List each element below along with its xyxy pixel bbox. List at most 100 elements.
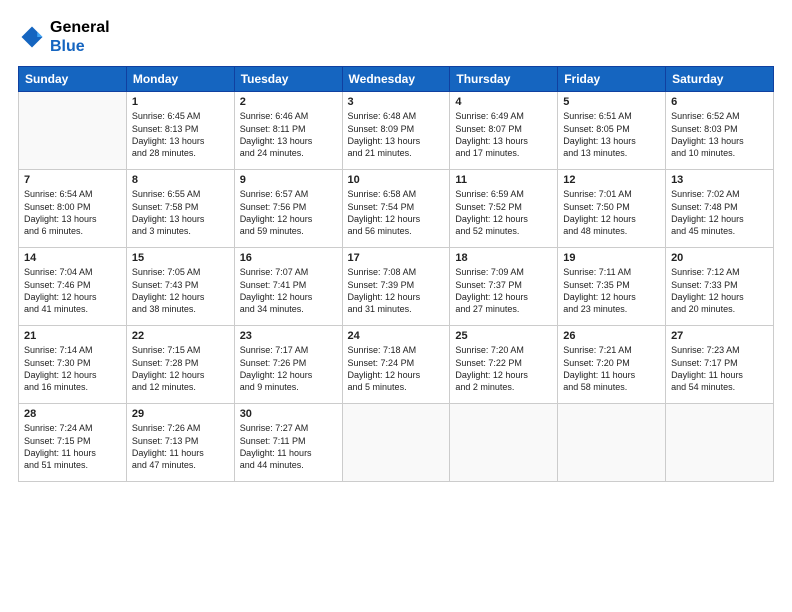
weekday-header-thursday: Thursday: [450, 67, 558, 92]
weekday-header-saturday: Saturday: [666, 67, 774, 92]
page: General Blue SundayMondayTuesdayWednesda…: [0, 0, 792, 612]
logo-icon: [18, 23, 46, 51]
day-info: Sunrise: 7:24 AM Sunset: 7:15 PM Dayligh…: [24, 422, 121, 471]
day-number: 21: [24, 330, 121, 342]
day-number: 24: [348, 330, 445, 342]
calendar-cell: [19, 92, 127, 170]
day-info: Sunrise: 7:12 AM Sunset: 7:33 PM Dayligh…: [671, 266, 768, 315]
day-number: 4: [455, 96, 552, 108]
day-number: 28: [24, 408, 121, 420]
calendar-cell: 1 Sunrise: 6:45 AM Sunset: 8:13 PM Daylig…: [126, 92, 234, 170]
day-info: Sunrise: 7:14 AM Sunset: 7:30 PM Dayligh…: [24, 344, 121, 393]
week-row-2: 7 Sunrise: 6:54 AM Sunset: 8:00 PM Daylig…: [19, 170, 774, 248]
calendar-cell: 27 Sunrise: 7:23 AM Sunset: 7:17 PM Dayli…: [666, 326, 774, 404]
calendar-cell: 8 Sunrise: 6:55 AM Sunset: 7:58 PM Daylig…: [126, 170, 234, 248]
week-row-5: 28 Sunrise: 7:24 AM Sunset: 7:15 PM Dayli…: [19, 404, 774, 482]
day-number: 26: [563, 330, 660, 342]
calendar-cell: 4 Sunrise: 6:49 AM Sunset: 8:07 PM Daylig…: [450, 92, 558, 170]
day-number: 27: [671, 330, 768, 342]
calendar-cell: 23 Sunrise: 7:17 AM Sunset: 7:26 PM Dayli…: [234, 326, 342, 404]
day-number: 5: [563, 96, 660, 108]
weekday-header-row: SundayMondayTuesdayWednesdayThursdayFrid…: [19, 67, 774, 92]
day-number: 2: [240, 96, 337, 108]
calendar-cell: 5 Sunrise: 6:51 AM Sunset: 8:05 PM Daylig…: [558, 92, 666, 170]
calendar-cell: 25Sunrise: 7:20 AM Sunset: 7:22 PM Dayli…: [450, 326, 558, 404]
calendar-cell: 15Sunrise: 7:05 AM Sunset: 7:43 PM Dayli…: [126, 248, 234, 326]
day-info: Sunrise: 7:27 AM Sunset: 7:11 PM Dayligh…: [240, 422, 337, 471]
day-number: 17: [348, 252, 445, 264]
day-number: 13: [671, 174, 768, 186]
day-info: Sunrise: 7:21 AM Sunset: 7:20 PM Dayligh…: [563, 344, 660, 393]
logo-text: General Blue: [50, 18, 110, 56]
calendar-cell: 29Sunrise: 7:26 AM Sunset: 7:13 PM Dayli…: [126, 404, 234, 482]
day-number: 11: [455, 174, 552, 186]
day-number: 3: [348, 96, 445, 108]
day-info: Sunrise: 7:26 AM Sunset: 7:13 PM Dayligh…: [132, 422, 229, 471]
calendar-cell: [558, 404, 666, 482]
logo: General Blue: [18, 18, 110, 56]
day-number: 6: [671, 96, 768, 108]
calendar-cell: 3 Sunrise: 6:48 AM Sunset: 8:09 PM Daylig…: [342, 92, 450, 170]
calendar-cell: 24 Sunrise: 7:18 AM Sunset: 7:24 PM Dayli…: [342, 326, 450, 404]
day-number: 7: [24, 174, 121, 186]
calendar-cell: 26 Sunrise: 7:21 AM Sunset: 7:20 PM Dayli…: [558, 326, 666, 404]
day-number: 25: [455, 330, 552, 342]
calendar-cell: 13 Sunrise: 7:02 AM Sunset: 7:48 PM Dayli…: [666, 170, 774, 248]
week-row-1: 1 Sunrise: 6:45 AM Sunset: 8:13 PM Daylig…: [19, 92, 774, 170]
day-info: Sunrise: 7:11 AM Sunset: 7:35 PM Dayligh…: [563, 266, 660, 315]
weekday-header-wednesday: Wednesday: [342, 67, 450, 92]
day-info: Sunrise: 7:23 AM Sunset: 7:17 PM Dayligh…: [671, 344, 768, 393]
day-info: Sunrise: 6:59 AM Sunset: 7:52 PM Dayligh…: [455, 188, 552, 237]
day-info: Sunrise: 6:46 AM Sunset: 8:11 PM Dayligh…: [240, 110, 337, 159]
calendar-cell: 10Sunrise: 6:58 AM Sunset: 7:54 PM Dayli…: [342, 170, 450, 248]
day-info: Sunrise: 6:55 AM Sunset: 7:58 PM Dayligh…: [132, 188, 229, 237]
day-number: 9: [240, 174, 337, 186]
calendar-cell: 2 Sunrise: 6:46 AM Sunset: 8:11 PM Daylig…: [234, 92, 342, 170]
day-number: 19: [563, 252, 660, 264]
day-info: Sunrise: 6:57 AM Sunset: 7:56 PM Dayligh…: [240, 188, 337, 237]
calendar-cell: 14 Sunrise: 7:04 AM Sunset: 7:46 PM Dayli…: [19, 248, 127, 326]
weekday-header-monday: Monday: [126, 67, 234, 92]
calendar-cell: 30Sunrise: 7:27 AM Sunset: 7:11 PM Dayli…: [234, 404, 342, 482]
day-number: 12: [563, 174, 660, 186]
day-number: 20: [671, 252, 768, 264]
day-info: Sunrise: 7:02 AM Sunset: 7:48 PM Dayligh…: [671, 188, 768, 237]
calendar-cell: 19 Sunrise: 7:11 AM Sunset: 7:35 PM Dayli…: [558, 248, 666, 326]
day-number: 8: [132, 174, 229, 186]
day-info: Sunrise: 7:08 AM Sunset: 7:39 PM Dayligh…: [348, 266, 445, 315]
weekday-header-tuesday: Tuesday: [234, 67, 342, 92]
day-number: 16: [240, 252, 337, 264]
week-row-4: 21 Sunrise: 7:14 AM Sunset: 7:30 PM Dayli…: [19, 326, 774, 404]
day-number: 14: [24, 252, 121, 264]
day-info: Sunrise: 6:52 AM Sunset: 8:03 PM Dayligh…: [671, 110, 768, 159]
day-number: 18: [455, 252, 552, 264]
day-info: Sunrise: 7:17 AM Sunset: 7:26 PM Dayligh…: [240, 344, 337, 393]
day-info: Sunrise: 6:48 AM Sunset: 8:09 PM Dayligh…: [348, 110, 445, 159]
calendar-cell: 7 Sunrise: 6:54 AM Sunset: 8:00 PM Daylig…: [19, 170, 127, 248]
calendar-cell: 11 Sunrise: 6:59 AM Sunset: 7:52 PM Dayli…: [450, 170, 558, 248]
calendar-cell: 22 Sunrise: 7:15 AM Sunset: 7:28 PM Dayli…: [126, 326, 234, 404]
calendar-cell: 9 Sunrise: 6:57 AM Sunset: 7:56 PM Daylig…: [234, 170, 342, 248]
day-info: Sunrise: 7:15 AM Sunset: 7:28 PM Dayligh…: [132, 344, 229, 393]
day-info: Sunrise: 6:54 AM Sunset: 8:00 PM Dayligh…: [24, 188, 121, 237]
day-info: Sunrise: 7:05 AM Sunset: 7:43 PM Dayligh…: [132, 266, 229, 315]
calendar-cell: 21 Sunrise: 7:14 AM Sunset: 7:30 PM Dayli…: [19, 326, 127, 404]
day-info: Sunrise: 6:45 AM Sunset: 8:13 PM Dayligh…: [132, 110, 229, 159]
day-info: Sunrise: 7:07 AM Sunset: 7:41 PM Dayligh…: [240, 266, 337, 315]
day-info: Sunrise: 6:51 AM Sunset: 8:05 PM Dayligh…: [563, 110, 660, 159]
calendar-cell: 28 Sunrise: 7:24 AM Sunset: 7:15 PM Dayli…: [19, 404, 127, 482]
day-number: 22: [132, 330, 229, 342]
calendar-cell: 18Sunrise: 7:09 AM Sunset: 7:37 PM Dayli…: [450, 248, 558, 326]
calendar-cell: 16 Sunrise: 7:07 AM Sunset: 7:41 PM Dayli…: [234, 248, 342, 326]
day-number: 23: [240, 330, 337, 342]
day-info: Sunrise: 7:18 AM Sunset: 7:24 PM Dayligh…: [348, 344, 445, 393]
day-number: 1: [132, 96, 229, 108]
day-info: Sunrise: 6:58 AM Sunset: 7:54 PM Dayligh…: [348, 188, 445, 237]
weekday-header-friday: Friday: [558, 67, 666, 92]
day-info: Sunrise: 6:49 AM Sunset: 8:07 PM Dayligh…: [455, 110, 552, 159]
day-info: Sunrise: 7:04 AM Sunset: 7:46 PM Dayligh…: [24, 266, 121, 315]
header: General Blue: [18, 18, 774, 56]
calendar-cell: [342, 404, 450, 482]
week-row-3: 14 Sunrise: 7:04 AM Sunset: 7:46 PM Dayli…: [19, 248, 774, 326]
calendar-cell: 6 Sunrise: 6:52 AM Sunset: 8:03 PM Daylig…: [666, 92, 774, 170]
